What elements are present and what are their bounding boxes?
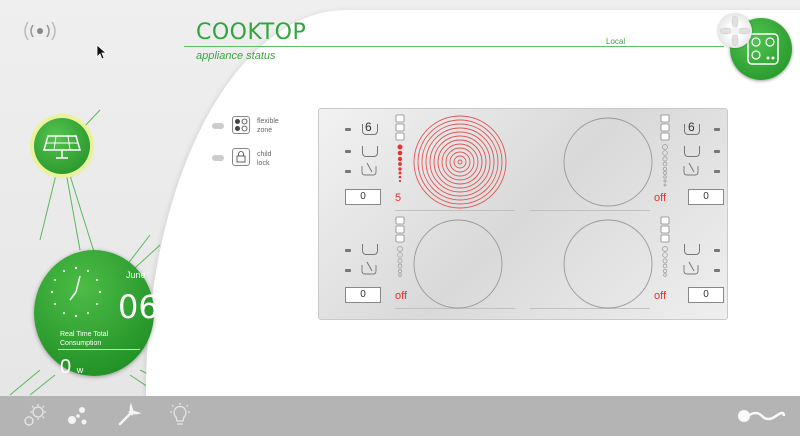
consumption-divider: [58, 349, 140, 350]
control-dash[interactable]: [714, 170, 720, 173]
burner-top-left[interactable]: [412, 114, 508, 210]
bulb-icon[interactable]: [166, 402, 194, 430]
day-label: 06: [118, 288, 159, 326]
month-label: June: [126, 270, 146, 280]
control-dash[interactable]: [714, 128, 720, 131]
power-level-indicator-bottom-left: [395, 216, 405, 277]
zone-divider: [530, 210, 650, 211]
lock-icon: [232, 148, 250, 166]
child-lock-toggle[interactable]: [212, 155, 224, 161]
consumption-label: Real Time Total Consumption: [60, 330, 130, 348]
stir-icon: [361, 261, 377, 275]
timer-bottom-left[interactable]: 0: [345, 287, 381, 303]
logo-icon: [738, 410, 786, 422]
stir-icon: [683, 162, 699, 176]
level-label: 6: [688, 120, 695, 134]
control-dash[interactable]: [345, 249, 351, 252]
pan-icon: [684, 244, 700, 255]
title-divider: [184, 46, 724, 47]
wrench-icon[interactable]: [114, 402, 142, 430]
control-dash[interactable]: [714, 150, 720, 153]
flower-icon: [718, 14, 752, 48]
solar-button[interactable]: [34, 118, 90, 174]
clock-icon: [50, 266, 102, 318]
page-title: COOKTOP: [196, 20, 307, 45]
flexible-zone-label-line1: flexible: [257, 118, 279, 125]
stir-icon: [683, 261, 699, 275]
control-dash[interactable]: [345, 170, 351, 173]
signal-icon[interactable]: [20, 20, 60, 42]
child-lock-label-line1: child: [257, 151, 272, 158]
consumption-value: 0 w: [60, 356, 83, 379]
solar-panel-icon: [43, 135, 81, 159]
burner-bottom-right[interactable]: [562, 218, 654, 310]
control-dash[interactable]: [714, 249, 720, 252]
status-bottom-right: off: [654, 290, 667, 302]
page-subtitle: appliance status: [196, 50, 276, 62]
control-dash[interactable]: [714, 269, 720, 272]
pan-icon: [362, 146, 378, 157]
gear-icon[interactable]: [20, 402, 48, 430]
flexible-zone-icon: [232, 116, 250, 134]
pan-icon: [684, 146, 700, 157]
level-label: 6: [365, 120, 372, 134]
stir-icon: [361, 162, 377, 176]
timer-top-left[interactable]: 0: [345, 189, 381, 205]
flexible-zone-label-line2: zone: [257, 127, 273, 134]
status-bottom-left: off: [395, 290, 408, 302]
power-level-indicator-top-left: [395, 114, 405, 183]
status-top-right: off: [654, 192, 667, 204]
network-icon[interactable]: [64, 402, 92, 430]
control-dash[interactable]: [345, 269, 351, 272]
status-top-left: 5: [395, 192, 402, 204]
burner-bottom-left[interactable]: [412, 218, 504, 310]
flexible-zone-toggle[interactable]: [212, 123, 224, 129]
timer-top-right[interactable]: 0: [688, 189, 724, 205]
power-level-indicator-top-right: [660, 114, 670, 187]
child-lock-label: child lock: [257, 150, 271, 168]
consumption-number: 0: [60, 356, 72, 378]
child-lock-label-line2: lock: [257, 160, 270, 167]
mode-label: Local: [606, 37, 626, 46]
mouse-cursor-icon: [96, 44, 108, 60]
consumption-label-line1: Real Time Total: [60, 331, 109, 338]
control-dash[interactable]: [345, 128, 351, 131]
consumption-label-line2: Consumption: [60, 340, 102, 347]
control-dash[interactable]: [345, 150, 351, 153]
timer-bottom-right[interactable]: 0: [688, 287, 724, 303]
pan-icon: [362, 244, 378, 255]
power-level-indicator-bottom-right: [660, 216, 670, 277]
flexible-zone-label: flexible zone: [257, 117, 279, 135]
zone-divider: [395, 210, 515, 211]
consumption-unit: w: [76, 365, 84, 375]
burner-top-right[interactable]: [562, 116, 654, 208]
